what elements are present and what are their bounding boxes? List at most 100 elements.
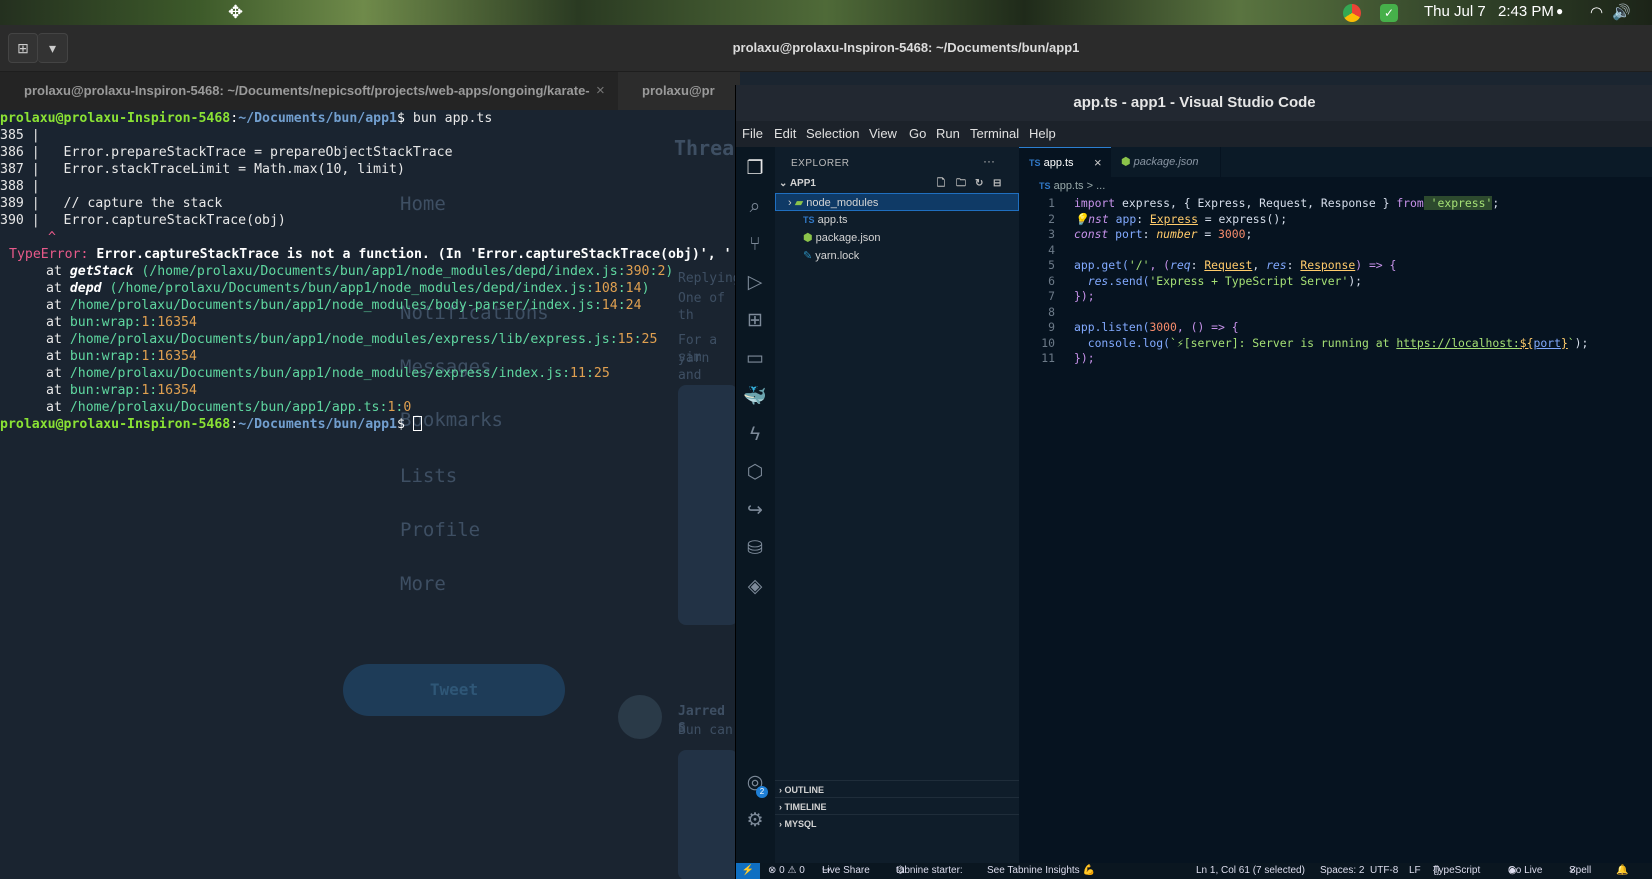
stack-path: bun:wrap [69, 349, 134, 364]
tree-item-app-ts[interactable]: TS app.ts [775, 211, 1019, 229]
typescript-file-icon: TS [803, 215, 815, 225]
ghost-nav-profile: Profile [400, 519, 481, 541]
menu-file[interactable]: File [742, 126, 763, 141]
chrome-icon[interactable] [1343, 4, 1361, 22]
project-name: APP1 [789, 178, 816, 189]
code-line-8: 8 [1048, 304, 1055, 319]
editor-tabs: TS app.ts × ⬢ package.json [1019, 147, 1652, 177]
vscode-title: app.ts - app1 - Visual Studio Code [736, 85, 1652, 121]
terminal-body[interactable]: Home Notifications Messages Bookmarks Li… [0, 110, 735, 879]
menu-edit[interactable]: Edit [774, 126, 796, 141]
stack-line: 14 [601, 298, 618, 313]
panel-mysql[interactable]: › MYSQL [775, 814, 1019, 832]
stack-path: /home/prolaxu/Documents/bun/app1/node_mo… [149, 264, 618, 279]
stack-frame: at bun:wrap:1:16354 [46, 349, 197, 364]
extensions-icon[interactable]: ⊞ [743, 309, 767, 333]
menu-selection[interactable]: Selection [806, 126, 859, 141]
chevron-right-icon: › [779, 785, 782, 795]
prompt-user: prolaxu@prolaxu-Inspiron-5468 [0, 417, 231, 432]
stack-frame: at /home/prolaxu/Documents/bun/app1/node… [46, 366, 610, 381]
menu-run[interactable]: Run [936, 126, 960, 141]
encoding[interactable]: UTF-8 [1370, 863, 1398, 879]
vscode-menubar: File Edit Selection View Go Run Terminal… [736, 121, 1652, 147]
source-line: 386 | Error.prepareStackTrace = prepareO… [0, 145, 453, 160]
stack-frame: at bun:wrap:1:16354 [46, 383, 197, 398]
cube-icon[interactable]: ⬡ [743, 461, 767, 485]
spell-label: Spell [1569, 865, 1592, 876]
new-file-icon[interactable]: 🗋 [937, 175, 945, 193]
new-folder-icon[interactable]: 🗀 [956, 175, 966, 193]
breadcrumb[interactable]: TS app.ts > ... [1019, 177, 1652, 195]
remote-indicator[interactable]: ⚡ [736, 863, 760, 879]
clock-date[interactable]: Thu Jul 7 [1424, 3, 1486, 20]
stack-line: 108 [593, 281, 618, 296]
shield-check-icon[interactable]: ✓ [1380, 4, 1398, 22]
line-ending[interactable]: LF [1409, 863, 1421, 879]
code-line-4: 4 [1048, 242, 1055, 257]
stack-path: /home/prolaxu/Documents/bun/app1/node_mo… [117, 281, 586, 296]
explorer-title: EXPLORER [791, 158, 850, 169]
terminal-tab-2[interactable]: prolaxu@pr [618, 72, 740, 110]
chevron-right-icon: › [779, 819, 782, 829]
explorer-sidebar: EXPLORER ··· ⌄ APP1 🗋 🗀 ↻ ⊟ › ▰ node_mod… [775, 147, 1019, 863]
code-editor[interactable]: TS app.ts × ⬢ package.json TS app.ts > ..… [1019, 147, 1652, 863]
docker-icon[interactable]: 🐳 [743, 385, 767, 409]
terminal-cursor[interactable] [412, 416, 422, 431]
tree-item-package-json[interactable]: ⬢ package.json [775, 229, 1019, 247]
panel-outline[interactable]: › OUTLINE [775, 780, 1019, 798]
notifications-icon[interactable]: 🔔 [1616, 863, 1628, 879]
terminal-tab-1[interactable]: prolaxu@prolaxu-Inspiron-5468: ~/Documen… [0, 72, 590, 110]
problems-indicator[interactable]: ⊗ 0 ⚠ 0 [768, 863, 805, 879]
tree-item-yarn-lock[interactable]: ✎ yarn.lock [775, 247, 1019, 265]
chevron-right-icon: › [779, 802, 782, 812]
menu-view[interactable]: View [869, 126, 897, 141]
thunder-client-icon[interactable]: ϟ [743, 423, 767, 447]
search-icon[interactable]: ⌕ [743, 195, 767, 219]
source-line: 385 | [0, 128, 40, 143]
refresh-icon[interactable]: ↻ [975, 175, 983, 193]
collapse-all-icon[interactable]: ⊟ [993, 175, 1001, 193]
prompt-line: prolaxu@prolaxu-Inspiron-5468:~/Document… [0, 111, 493, 126]
tab-app-ts[interactable]: TS app.ts × [1019, 147, 1111, 177]
ghost-snippet: Bun can [678, 723, 733, 738]
indent-spaces[interactable]: Spaces: 2 [1320, 863, 1364, 879]
chevron-down-icon: ⌄ [779, 178, 788, 189]
menu-help[interactable]: Help [1029, 126, 1056, 141]
tab-label: package.json [1133, 156, 1199, 168]
terminal-window-title: prolaxu@prolaxu-Inspiron-5468: ~/Documen… [732, 40, 1080, 55]
error-type: TypeError: [9, 247, 89, 262]
volume-icon[interactable]: 🔊 [1612, 3, 1631, 21]
source-line: 388 | [0, 179, 40, 194]
error-caret: ^ [48, 230, 56, 245]
accounts-badge: 2 [756, 786, 768, 798]
typescript-file-icon: TS [1039, 181, 1051, 191]
explorer-icon[interactable]: ❐ [743, 157, 767, 181]
tab-package-json[interactable]: ⬢ package.json [1111, 147, 1221, 177]
wifi-icon[interactable]: ◠ [1590, 3, 1603, 21]
activities-icon[interactable]: ✥ [228, 2, 243, 23]
run-debug-icon[interactable]: ▷ [743, 271, 767, 295]
database-icon[interactable]: ⛁ [743, 537, 767, 561]
menu-go[interactable]: Go [909, 126, 926, 141]
gear-icon[interactable]: ⚙ [743, 809, 767, 833]
cursor-position[interactable]: Ln 1, Col 61 (7 selected) [1196, 863, 1305, 879]
clock-time[interactable]: 2:43 PM [1498, 3, 1554, 20]
stack-frame: at getStack (/home/prolaxu/Documents/bun… [46, 264, 674, 279]
more-actions-icon[interactable]: ··· [983, 154, 995, 168]
menu-terminal[interactable]: Terminal [970, 126, 1019, 141]
close-icon[interactable]: × [1094, 148, 1102, 178]
tabnine-insights[interactable]: See Tabnine Insights 💪 [987, 863, 1095, 879]
layers-icon[interactable]: ◈ [743, 575, 767, 599]
source-line: 389 | // capture the stack [0, 196, 223, 211]
close-icon[interactable]: × [596, 82, 605, 99]
stack-path: /home/prolaxu/Documents/bun/app1/node_mo… [69, 332, 610, 347]
live-share-icon[interactable]: ↪ [743, 499, 767, 523]
stack-line: 15 [617, 332, 634, 347]
source-control-icon[interactable]: ⑂ [743, 233, 767, 257]
project-folder[interactable]: ⌄ APP1 🗋 🗀 ↻ ⊟ [775, 175, 1019, 193]
tree-item-node-modules[interactable]: › ▰ node_modules [775, 193, 1019, 211]
tab-label: app.ts [1043, 157, 1074, 169]
panel-timeline[interactable]: › TIMELINE [775, 797, 1019, 815]
remote-explorer-icon[interactable]: ▭ [743, 347, 767, 371]
stack-line: 390 [625, 264, 650, 279]
